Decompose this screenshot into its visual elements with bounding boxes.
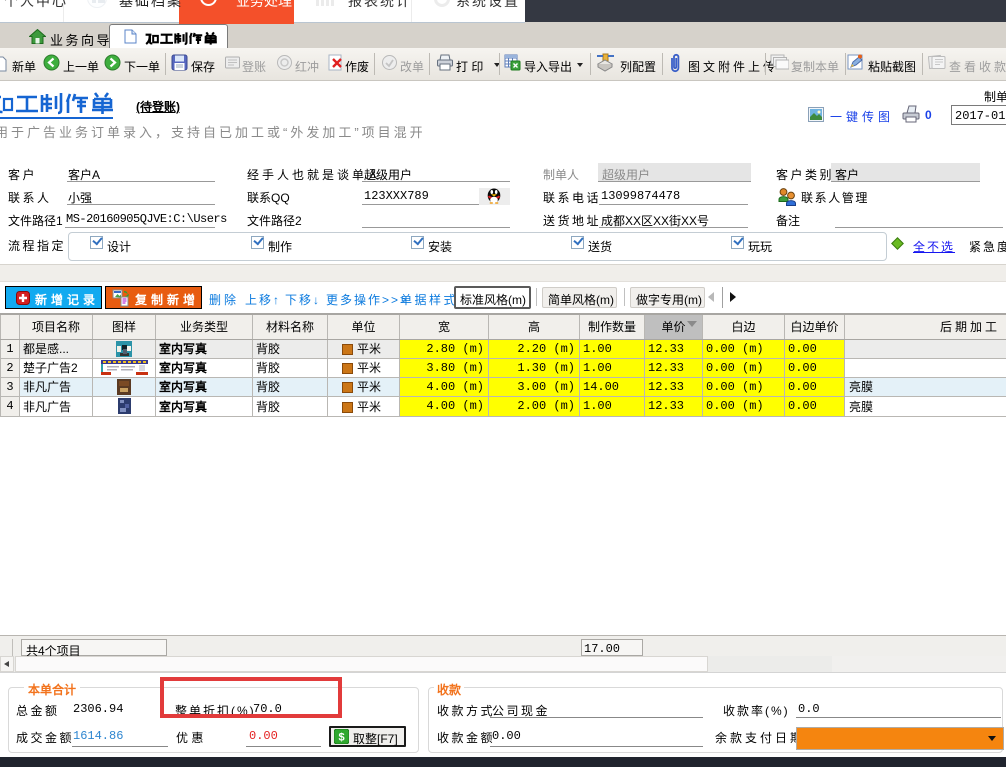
svg-text:$: $: [338, 732, 344, 744]
